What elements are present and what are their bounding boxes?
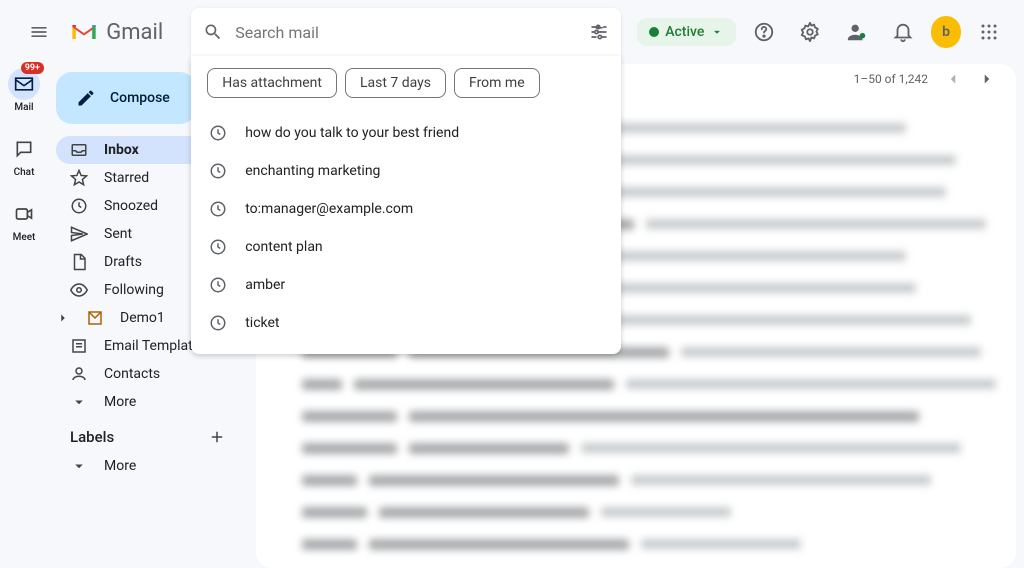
status-dot-icon <box>649 27 659 37</box>
chevron-right-icon <box>56 311 70 325</box>
nav-label: Drafts <box>104 254 203 270</box>
suggestion-text: enchanting marketing <box>245 163 380 179</box>
history-icon <box>209 276 227 294</box>
rail-mail[interactable]: 99+ Mail <box>8 68 40 113</box>
search-suggestion[interactable]: to:manager@example.com <box>191 190 621 228</box>
pencil-icon <box>76 88 96 108</box>
nav-icon <box>70 197 88 215</box>
search-box[interactable] <box>191 8 621 56</box>
search-suggestion[interactable]: enchanting marketing <box>191 152 621 190</box>
labels-more-label: More <box>104 458 226 474</box>
page-prev-icon[interactable] <box>944 70 962 88</box>
support-button[interactable] <box>744 12 783 52</box>
nav-label: More <box>104 394 226 410</box>
suggestion-text: amber <box>245 277 285 293</box>
rail-chat[interactable]: Chat <box>8 133 40 178</box>
search-suggestion[interactable]: ticket <box>191 304 621 342</box>
search-chip[interactable]: From me <box>454 68 540 98</box>
header-bar: Gmail Has attachmentLast 7 daysFrom me h… <box>0 0 1024 64</box>
search-suggestion[interactable]: amber <box>191 266 621 304</box>
nav-icon <box>70 281 88 299</box>
mail-row[interactable] <box>266 432 1006 464</box>
status-label: Active <box>665 24 704 40</box>
nav-icon <box>70 253 88 271</box>
gear-icon <box>799 21 821 43</box>
plus-icon[interactable] <box>208 428 226 446</box>
search-suggestion[interactable]: how do you talk to your best friend <box>191 114 621 152</box>
history-icon <box>209 124 227 142</box>
search-suggestions: how do you talk to your best friend encha… <box>191 110 621 342</box>
bell-icon <box>892 21 914 43</box>
page-next-icon[interactable] <box>978 70 996 88</box>
suggestion-text: to:manager@example.com <box>245 201 413 217</box>
nav-icon <box>70 169 88 187</box>
rail-mail-badge: 99+ <box>21 62 44 74</box>
mail-row[interactable] <box>266 368 1006 400</box>
search-icon <box>203 22 223 42</box>
search-dropdown: Has attachment Last 7 days From me how do … <box>191 56 621 354</box>
nav-icon <box>70 337 88 355</box>
mail-row[interactable] <box>266 528 1006 560</box>
history-icon <box>209 314 227 332</box>
nav-icon <box>70 225 88 243</box>
nav-icon <box>70 365 88 383</box>
search-container: Has attachmentLast 7 daysFrom me how do … <box>191 8 621 56</box>
history-icon <box>209 200 227 218</box>
pagination: 1–50 of 1,242 <box>854 70 996 88</box>
pagination-range: 1–50 of 1,242 <box>854 72 928 86</box>
search-chip[interactable]: Last 7 days <box>345 68 446 98</box>
nav-label: Demo1 <box>120 310 197 326</box>
nav-icon <box>86 309 104 327</box>
chevron-down-icon <box>710 25 724 39</box>
search-chip[interactable]: Has attachment <box>207 68 337 98</box>
search-input[interactable] <box>235 23 589 42</box>
nav-icon <box>70 141 88 159</box>
help-icon <box>753 21 775 43</box>
chat-icon <box>14 139 34 159</box>
rail-meet[interactable]: Meet <box>8 198 40 243</box>
notifications-button[interactable] <box>884 12 923 52</box>
compose-button[interactable]: Compose <box>56 72 196 124</box>
left-rail: 99+ Mail Chat Meet <box>0 64 48 243</box>
search-chips: Has attachment Last 7 days From me <box>191 56 621 110</box>
labels-title: Labels <box>70 428 208 446</box>
search-suggestion[interactable]: content plan <box>191 228 621 266</box>
suggestion-text: content plan <box>245 239 322 255</box>
status-chip[interactable]: Active <box>637 18 736 46</box>
gmail-icon <box>70 21 98 43</box>
gmail-logo[interactable]: Gmail <box>70 20 163 45</box>
nav-icon <box>70 393 88 411</box>
settings-button[interactable] <box>791 12 830 52</box>
labels-more[interactable]: More <box>56 452 240 480</box>
account-avatar[interactable]: b <box>931 16 962 48</box>
rail-mail-label: Mail <box>14 102 33 113</box>
suggestion-text: ticket <box>245 315 279 331</box>
suggestion-text: how do you talk to your best friend <box>245 125 459 141</box>
rail-meet-label: Meet <box>13 232 36 243</box>
history-icon <box>209 162 227 180</box>
mail-row[interactable] <box>266 464 1006 496</box>
search-options-icon[interactable] <box>589 22 609 42</box>
compose-label: Compose <box>110 90 170 106</box>
sidebar-item-contacts[interactable]: Contacts <box>56 360 240 388</box>
contacts-shortcut[interactable] <box>838 12 877 52</box>
gmail-wordmark: Gmail <box>106 20 163 45</box>
chevron-down-icon <box>70 457 88 475</box>
mail-icon <box>14 76 34 92</box>
sidebar-item-more[interactable]: More <box>56 388 240 416</box>
main-menu-button[interactable] <box>16 8 62 56</box>
hamburger-icon <box>29 22 49 42</box>
mail-row[interactable] <box>266 400 1006 432</box>
rail-chat-label: Chat <box>14 167 35 178</box>
nav-label: Contacts <box>104 366 226 382</box>
video-icon <box>14 204 34 224</box>
apps-button[interactable] <box>969 12 1008 52</box>
person-plus-icon <box>846 21 868 43</box>
history-icon <box>209 238 227 256</box>
nav-label: Inbox <box>104 142 189 158</box>
apps-grid-icon <box>980 23 998 41</box>
labels-header: Labels <box>56 416 240 452</box>
mail-row[interactable] <box>266 496 1006 528</box>
